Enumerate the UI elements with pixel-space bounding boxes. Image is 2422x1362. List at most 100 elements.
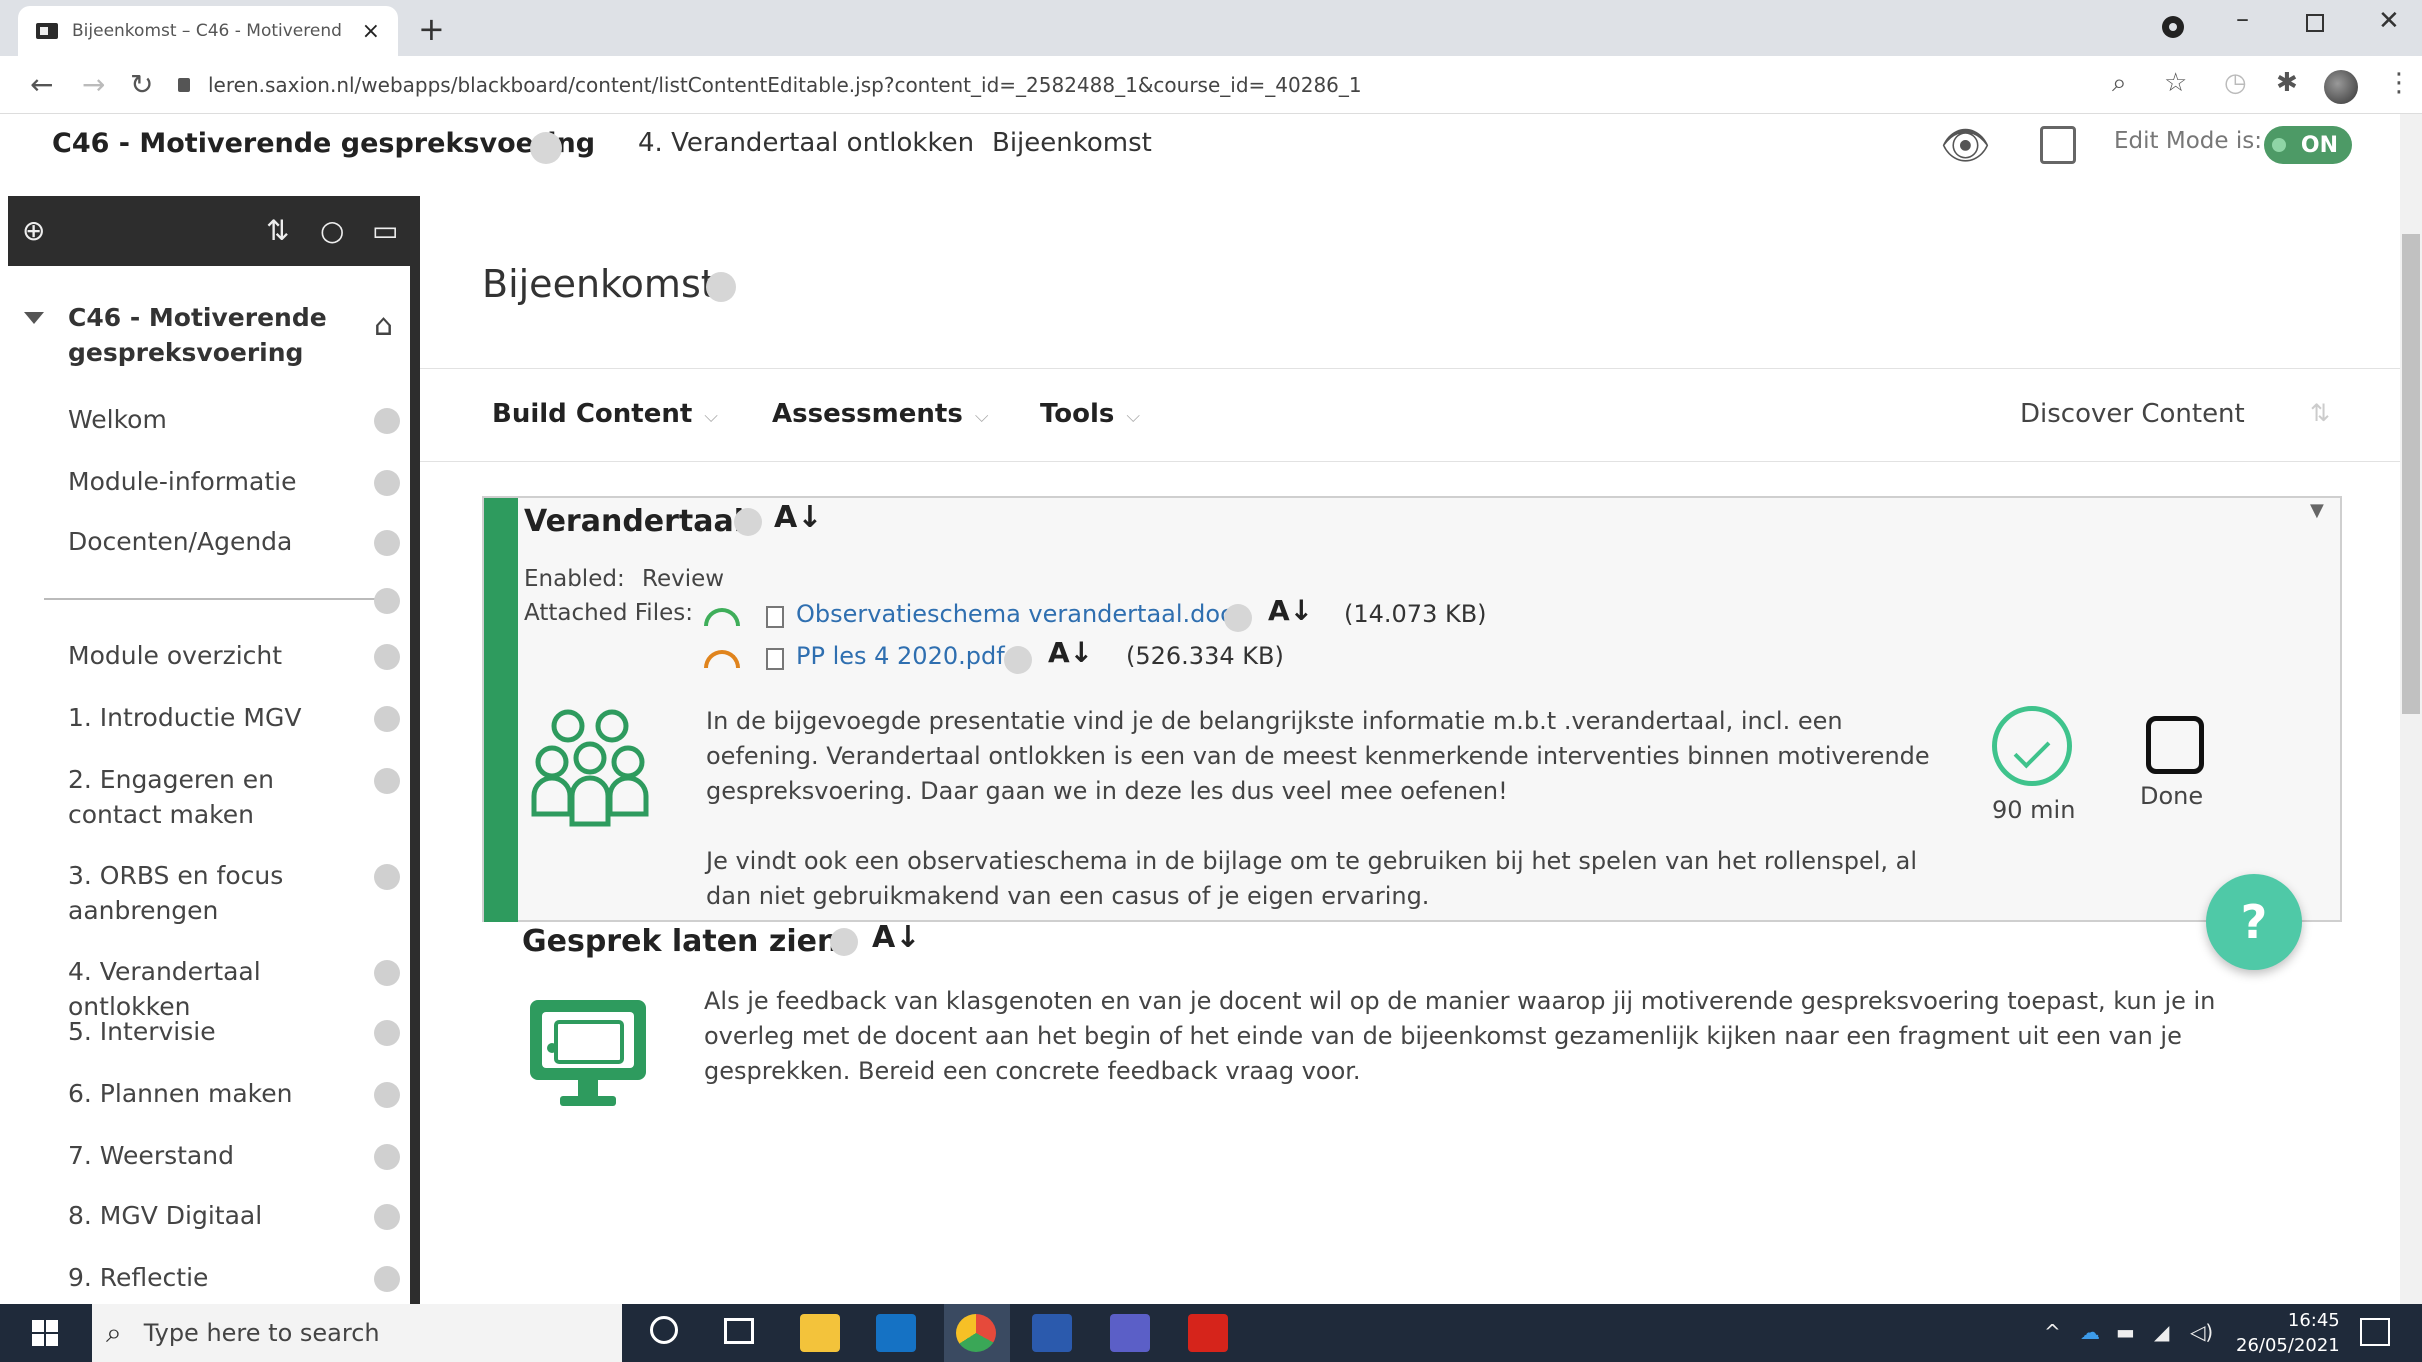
menu-item-options-icon[interactable]	[374, 1082, 400, 1108]
extensions-puzzle-icon[interactable]: ✱	[2276, 68, 2298, 98]
help-button[interactable]: ?	[2206, 874, 2302, 970]
item-collapse-chevron-icon[interactable]: ▼	[2310, 500, 2324, 521]
file-options-icon[interactable]	[1224, 604, 1252, 632]
windows-start-icon[interactable]	[32, 1320, 58, 1346]
acrobat-icon[interactable]	[1188, 1314, 1228, 1352]
tray-chevron-icon[interactable]: ^	[2044, 1320, 2061, 1344]
item-title[interactable]: Verandertaal	[524, 504, 744, 539]
text-to-speech-icon[interactable]: A↓	[872, 920, 920, 955]
add-menu-item-icon[interactable]: ⊕	[22, 214, 45, 247]
minimize-button[interactable]: –	[2236, 4, 2249, 34]
file-link-pdf[interactable]: PP les 4 2020.pdf	[796, 642, 1005, 670]
menu-item-weerstand[interactable]: 7. Weerstand	[68, 1138, 388, 1173]
menu-item-mgv-digitaal[interactable]: 8. MGV Digitaal	[68, 1198, 388, 1233]
menu-item-options-icon[interactable]	[374, 470, 400, 496]
breadcrumb-item[interactable]: 4. Verandertaal ontlokken	[638, 128, 974, 158]
volume-icon[interactable]: ◁)	[2190, 1320, 2213, 1344]
discover-content-button[interactable]: Discover Content	[2020, 399, 2245, 429]
page-options-icon[interactable]	[706, 272, 736, 302]
build-content-menu[interactable]: Build Content ⌵	[492, 399, 718, 429]
assessments-menu[interactable]: Assessments ⌵	[772, 399, 988, 429]
done-checkbox[interactable]	[2146, 716, 2204, 774]
cortana-icon[interactable]	[650, 1316, 678, 1344]
file-link-docx[interactable]: Observatieschema verandertaal.docx	[796, 600, 1247, 628]
browser-tab[interactable]: Bijeenkomst – C46 - Motiverend ×	[18, 6, 398, 56]
lock-toggle-icon[interactable]	[2040, 126, 2076, 164]
profile-avatar[interactable]	[2324, 70, 2358, 104]
menu-item-plannen-maken[interactable]: 6. Plannen maken	[68, 1076, 388, 1111]
reorder-icon[interactable]: ⇅	[266, 214, 289, 247]
menu-item-options-icon[interactable]	[374, 1020, 400, 1046]
forward-icon[interactable]: →	[82, 68, 105, 101]
notification-icon[interactable]	[2360, 1318, 2390, 1346]
file-options-icon[interactable]	[1004, 646, 1032, 674]
course-menu-title[interactable]: C46 - Motiverende gespreksvoering	[24, 300, 328, 370]
menu-item-orbs[interactable]: 3. ORBS en focus aanbrengen	[68, 858, 308, 928]
file-gauge-icon	[704, 608, 740, 626]
text-to-speech-icon[interactable]: A↓	[774, 500, 822, 535]
menu-item-options-icon[interactable]	[374, 1144, 400, 1170]
teams-icon[interactable]	[1110, 1314, 1150, 1352]
sort-icon[interactable]: ⇅	[2310, 399, 2330, 427]
wifi-icon[interactable]: ◢	[2154, 1320, 2169, 1344]
menu-item-reflectie[interactable]: 9. Reflectie	[68, 1260, 388, 1295]
menu-item-intervisie[interactable]: 5. Intervisie	[68, 1014, 388, 1049]
reload-icon[interactable]: ↻	[130, 68, 153, 101]
menu-item-engageren[interactable]: 2. Engageren en contact maken	[68, 762, 368, 832]
item-options-icon[interactable]	[830, 928, 858, 956]
breadcrumb-menu-icon[interactable]	[530, 132, 562, 164]
file-explorer-icon[interactable]	[800, 1314, 840, 1352]
task-view-icon[interactable]	[724, 1318, 754, 1344]
menu-item-module-informatie[interactable]: Module-informatie	[68, 464, 388, 499]
tools-menu[interactable]: Tools ⌵	[1040, 399, 1140, 429]
browser-menu-icon[interactable]: ⋮	[2386, 68, 2412, 98]
menu-item-options-icon[interactable]	[374, 864, 400, 890]
menu-item-options-icon[interactable]	[374, 530, 400, 556]
menu-item-welkom[interactable]: Welkom	[68, 402, 388, 437]
zoom-icon[interactable]: ⌕	[2112, 68, 2127, 99]
refresh-icon[interactable]: ○	[320, 214, 344, 247]
page-scrollbar[interactable]	[2400, 114, 2422, 1304]
menu-item-options-icon[interactable]	[374, 1204, 400, 1230]
text-to-speech-icon[interactable]: A↓	[1268, 594, 1313, 627]
menu-item-options-icon[interactable]	[374, 644, 400, 670]
menu-item-options-icon[interactable]	[374, 408, 400, 434]
close-window-button[interactable]: ✕	[2378, 6, 2400, 36]
onedrive-icon[interactable]: ☁	[2080, 1320, 2100, 1344]
chrome-icon[interactable]	[956, 1314, 996, 1352]
outlook-icon[interactable]	[876, 1314, 916, 1352]
taskbar-search-box[interactable]: ⌕ Type here to search	[92, 1304, 622, 1362]
home-icon[interactable]: ⌂	[374, 308, 393, 343]
menu-item-options-icon[interactable]	[374, 588, 400, 614]
edit-mode-toggle[interactable]: ON	[2264, 126, 2352, 164]
menu-item-options-icon[interactable]	[374, 768, 400, 794]
student-preview-icon[interactable]: 👁	[1940, 122, 1991, 169]
menu-item-options-icon[interactable]	[374, 960, 400, 986]
scrollbar-thumb[interactable]	[2402, 234, 2420, 714]
item-options-icon[interactable]	[734, 508, 762, 536]
menu-item-options-icon[interactable]	[374, 1266, 400, 1292]
system-clock[interactable]: 16:45 26/05/2021	[2236, 1308, 2340, 1358]
battery-icon[interactable]: ▬	[2116, 1320, 2135, 1344]
tab-close-icon[interactable]: ×	[362, 19, 380, 44]
course-title[interactable]: C46 - Motiverende gespreksvoering	[52, 128, 595, 159]
folder-view-icon[interactable]: ▭	[372, 214, 398, 247]
url-field[interactable]: leren.saxion.nl/webapps/blackboard/conte…	[178, 64, 2178, 106]
menu-item-docenten-agenda[interactable]: Docenten/Agenda	[68, 524, 388, 559]
maximize-button[interactable]	[2306, 14, 2324, 32]
word-icon[interactable]	[1032, 1314, 1072, 1352]
new-tab-button[interactable]: +	[418, 10, 445, 48]
content-item-verandertaal[interactable]: Verandertaal A↓ Enabled: Review Attached…	[482, 496, 2342, 922]
menu-item-introductie[interactable]: 1. Introductie MGV	[68, 700, 388, 735]
back-icon[interactable]: ←	[30, 68, 53, 101]
edit-mode-label: Edit Mode is:	[2114, 128, 2262, 154]
menu-item-options-icon[interactable]	[374, 706, 400, 732]
collapse-triangle-icon[interactable]	[24, 312, 44, 324]
item-title[interactable]: Gesprek laten zien	[522, 924, 838, 959]
text-to-speech-icon[interactable]: A↓	[1048, 636, 1093, 669]
extension-clock-icon[interactable]: ◷	[2224, 68, 2247, 98]
menu-item-module-overzicht[interactable]: Module overzicht	[68, 638, 388, 673]
record-icon[interactable]	[2162, 16, 2184, 38]
content-item-gesprek[interactable]: Gesprek laten zien A↓ Als je feedback va…	[482, 920, 2342, 1174]
bookmark-star-icon[interactable]: ☆	[2164, 68, 2187, 98]
